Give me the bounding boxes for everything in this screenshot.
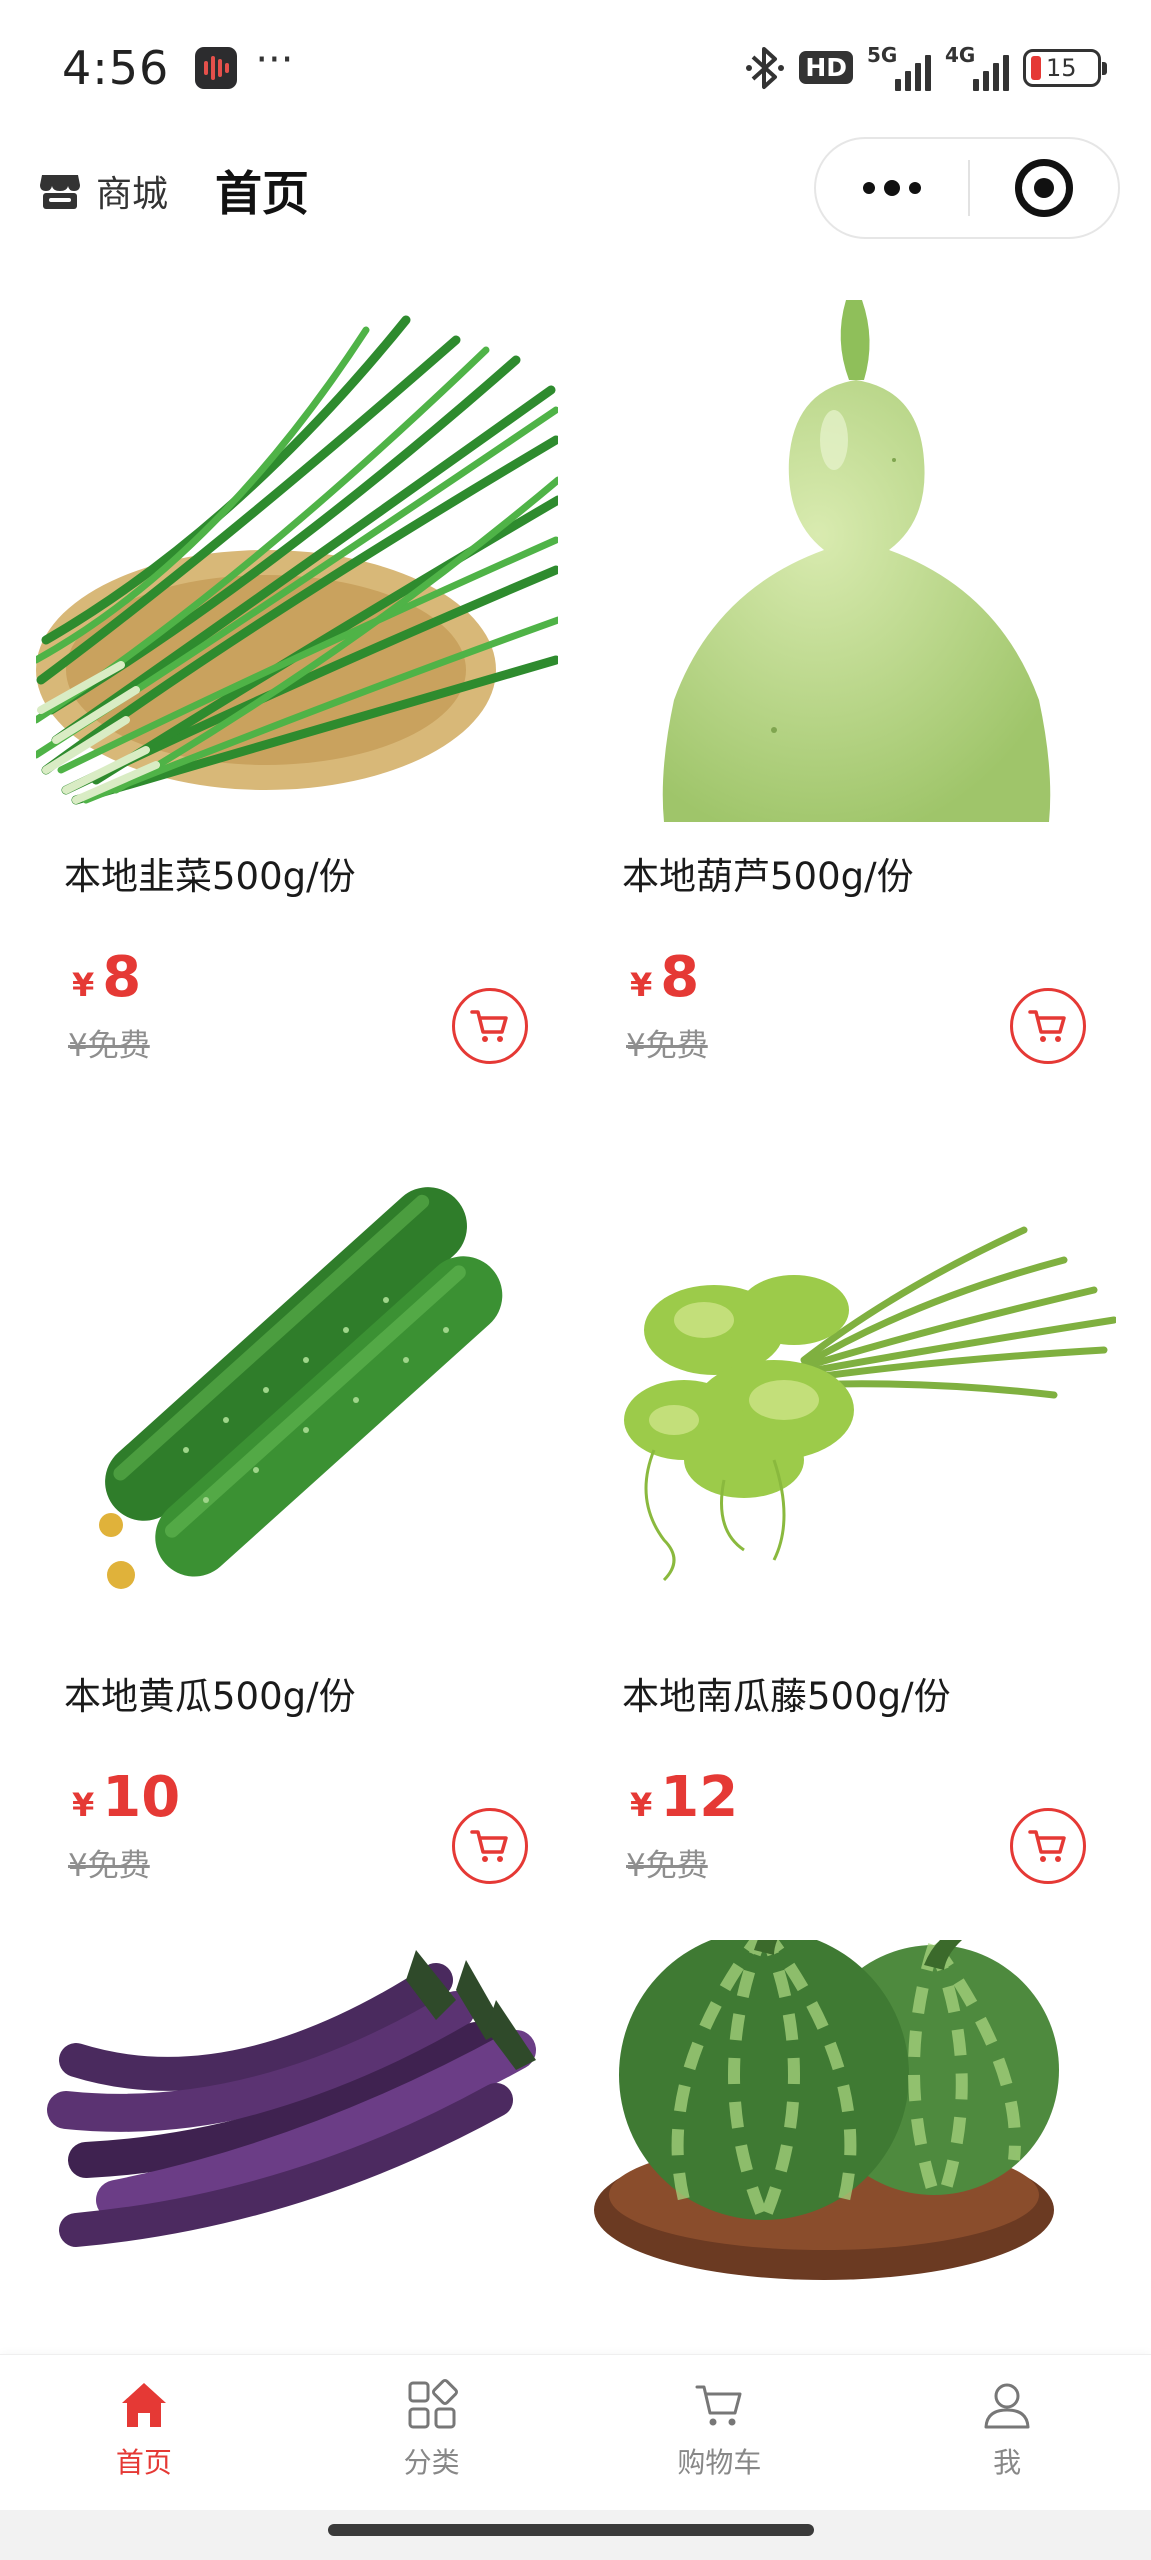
status-bar: 4:56 ··· HD 5G 4G 15 — [0, 0, 1151, 135]
cart-icon — [470, 1010, 508, 1042]
product-image-cucumber — [99, 1187, 503, 1589]
more-dot — [909, 182, 921, 194]
battery-level: 15 — [1046, 53, 1077, 82]
tab-cart[interactable]: 购物车 — [576, 2355, 864, 2510]
more-button[interactable] — [816, 139, 968, 237]
price-value: 8 — [102, 945, 142, 1010]
product-image-bottle-gourd — [662, 300, 1051, 822]
currency-symbol: ¥ — [72, 1786, 95, 1824]
price-value: 10 — [102, 1765, 181, 1830]
store-link[interactable]: 商城 — [38, 163, 168, 219]
add-to-cart-button[interactable] — [1010, 1808, 1086, 1884]
more-dot — [884, 180, 900, 196]
product-image-chives — [36, 315, 558, 805]
mini-program-capsule — [814, 137, 1120, 239]
product-price: ¥ 10 — [72, 1770, 180, 1826]
price-value: 12 — [660, 1765, 739, 1830]
price-value: 8 — [660, 945, 700, 1010]
tab-label: 购物车 — [677, 2446, 762, 2479]
signal-5g-icon: 5G — [867, 43, 931, 91]
status-indicators: HD 5G 4G 15 — [745, 43, 1107, 91]
screen: 4:56 ··· HD 5G 4G 15 商城 首页 本地韭菜500g/份 ¥ … — [0, 0, 1151, 2560]
product-price: ¥ 8 — [630, 950, 699, 1006]
product-image-pumpkin-vine — [624, 1226, 1116, 1582]
store-label: 商城 — [96, 174, 169, 215]
product-card[interactable]: 本地黄瓜500g/份 ¥ 10 ¥免费 — [36, 1120, 558, 1884]
cart-icon — [695, 2385, 742, 2426]
user-icon — [984, 2383, 1030, 2429]
voice-recorder-icon — [195, 46, 238, 89]
add-to-cart-button[interactable] — [452, 988, 528, 1064]
tab-me[interactable]: 我 — [863, 2355, 1151, 2510]
currency-symbol: ¥ — [72, 966, 95, 1004]
status-more-text: ··· — [255, 36, 294, 83]
tab-home[interactable]: 首页 — [0, 2355, 288, 2510]
tab-label: 我 — [993, 2446, 1022, 2479]
hd-badge: HD — [799, 50, 853, 85]
home-indicator[interactable] — [328, 2524, 814, 2536]
cart-icon — [470, 1830, 508, 1862]
original-price: ¥免费 — [626, 1028, 708, 1064]
currency-symbol: ¥ — [630, 966, 653, 1004]
tab-label: 首页 — [115, 2446, 172, 2479]
category-icon — [408, 2379, 458, 2429]
cart-icon — [1028, 1830, 1066, 1862]
product-card[interactable]: 本地葫芦500g/份 ¥ 8 ¥免费 — [594, 300, 1116, 1064]
tab-label: 分类 — [403, 2446, 460, 2479]
product-price: ¥ 8 — [72, 950, 141, 1006]
nav-bar: 商城 首页 — [0, 135, 1151, 285]
store-icon — [40, 175, 80, 209]
home-icon — [121, 2383, 166, 2427]
product-price: ¥ 12 — [630, 1770, 738, 1826]
more-dot — [863, 182, 875, 194]
product-name: 本地葫芦500g/份 — [622, 855, 914, 898]
original-price: ¥免费 — [68, 1848, 150, 1884]
tab-category[interactable]: 分类 — [288, 2355, 576, 2510]
currency-symbol: ¥ — [630, 1786, 653, 1824]
product-name: 本地韭菜500g/份 — [64, 855, 356, 898]
product-name: 本地南瓜藤500g/份 — [622, 1675, 951, 1718]
status-time: 4:56 — [62, 40, 170, 95]
battery-icon: 15 — [1023, 48, 1107, 87]
page-title: 首页 — [215, 167, 309, 222]
original-price: ¥免费 — [626, 1848, 708, 1884]
original-price: ¥免费 — [68, 1028, 150, 1064]
target-icon — [1015, 159, 1073, 217]
signal-4g-icon: 4G — [945, 43, 1009, 91]
bluetooth-icon — [746, 46, 785, 89]
tab-bar: 首页 分类 购物车 我 — [0, 2354, 1151, 2510]
close-button[interactable] — [970, 139, 1118, 237]
product-card[interactable]: 本地韭菜500g/份 ¥ 8 ¥免费 — [36, 300, 558, 1064]
add-to-cart-button[interactable] — [452, 1808, 528, 1884]
add-to-cart-button[interactable] — [1010, 988, 1086, 1064]
product-card[interactable]: 本地南瓜藤500g/份 ¥ 12 ¥免费 — [594, 1120, 1116, 1884]
cart-icon — [1028, 1010, 1066, 1042]
product-name: 本地黄瓜500g/份 — [64, 1675, 356, 1718]
